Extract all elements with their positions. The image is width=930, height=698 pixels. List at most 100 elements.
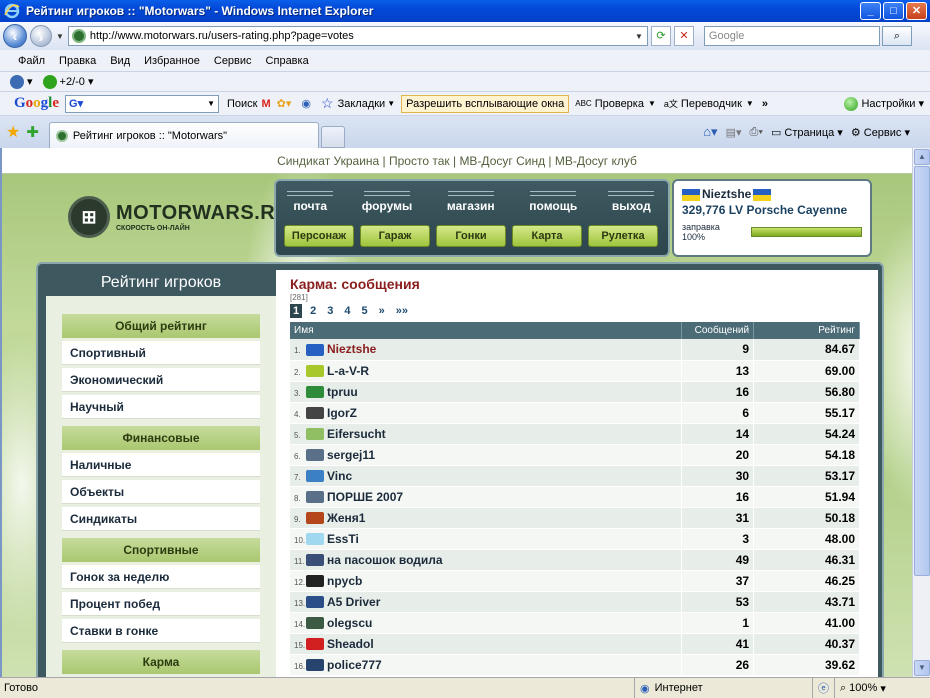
google-dropdown-icon[interactable]: ▼ <box>207 99 215 108</box>
feeds-icon[interactable]: ▤▾ <box>726 126 742 139</box>
forward-button[interactable]: › <box>30 25 52 47</box>
sidebar-item-win-percent[interactable]: Процент побед <box>62 592 260 616</box>
nav-help[interactable]: помощь <box>529 191 577 213</box>
stop-icon[interactable]: ✕ <box>673 26 694 46</box>
sidebar-item-syndicates[interactable]: Синдикаты <box>62 507 260 531</box>
sidebar-item-cash[interactable]: Наличные <box>62 453 260 477</box>
scroll-thumb[interactable] <box>914 166 930 576</box>
nav-garage-button[interactable]: Гараж <box>360 225 430 247</box>
google-search-input[interactable]: G▾ ▼ <box>65 94 220 113</box>
page-3[interactable]: 3 <box>324 304 336 318</box>
url-field[interactable]: http://www.motorwars.ru/users-rating.php… <box>67 26 648 46</box>
link-mv-dosug-club[interactable]: МВ-Досуг клуб <box>555 154 637 168</box>
section-financial[interactable]: Финансовые <box>62 426 260 450</box>
page-2[interactable]: 2 <box>307 304 319 318</box>
player-name-link[interactable]: Eifersucht <box>327 427 386 441</box>
table-row[interactable]: 3. tpruu 16 56.80 <box>290 381 860 403</box>
link-mv-dosug-synd[interactable]: МВ-Досуг Синд <box>459 154 545 168</box>
toolbar-settings-item[interactable]: ▾ <box>10 74 33 89</box>
new-tab-button[interactable] <box>320 126 345 148</box>
protected-mode-icon[interactable]: ⓔ <box>812 678 834 698</box>
print-icon[interactable]: ⎙▾ <box>750 126 763 139</box>
bookmarks-button[interactable]: Закладки <box>338 98 386 110</box>
table-row[interactable]: 9. Женя1 31 50.18 <box>290 507 860 529</box>
player-name-link[interactable]: Nieztshe <box>327 342 376 356</box>
player-name-link[interactable]: tpruu <box>327 385 358 399</box>
home-icon[interactable]: ⌂▾ <box>703 124 717 140</box>
page-menu[interactable]: ▭ Страница ▾ <box>771 126 843 139</box>
page-5[interactable]: 5 <box>359 304 371 318</box>
menu-file[interactable]: Файл <box>18 55 45 67</box>
player-name-link[interactable]: olegscu <box>327 616 372 630</box>
player-name-link[interactable]: ПОРШЕ 2007 <box>327 490 403 504</box>
allow-popups-button[interactable]: Разрешить всплывающие окна <box>401 94 570 113</box>
page-1[interactable]: 1 <box>290 304 303 318</box>
zoom-level[interactable]: ⌕ 100% ▾ <box>834 678 891 698</box>
globe-icon[interactable]: ◉ <box>301 97 311 110</box>
player-name-link[interactable]: IgorZ <box>327 406 357 420</box>
column-name[interactable]: Имя <box>290 322 683 339</box>
link-just-so[interactable]: Просто так <box>389 154 450 168</box>
more-chevron-icon[interactable]: » <box>762 98 768 110</box>
player-name-link[interactable]: EssTi <box>327 532 359 546</box>
player-name-link[interactable]: Vinc <box>327 469 352 483</box>
menu-edit[interactable]: Правка <box>59 55 96 67</box>
refresh-icon[interactable]: ⟳ <box>650 26 671 46</box>
url-text[interactable]: http://www.motorwars.ru/users-rating.php… <box>90 30 635 42</box>
player-name-link[interactable]: A5 Driver <box>327 595 380 609</box>
maximize-button[interactable]: □ <box>883 2 904 20</box>
table-row[interactable]: 8. ПОРШЕ 2007 16 51.94 <box>290 486 860 508</box>
puzzle-icon[interactable]: ✿▾ <box>277 97 292 110</box>
player-name-link[interactable]: npycb <box>327 574 362 588</box>
nav-map-button[interactable]: Карта <box>512 225 582 247</box>
tab-motorwars[interactable]: Рейтинг игроков :: "Motorwars" <box>48 122 319 148</box>
scroll-down-icon[interactable]: ▼ <box>914 660 930 676</box>
favorites-star-icon[interactable]: ★ <box>6 122 20 142</box>
table-row[interactable]: 6. sergej11 20 54.18 <box>290 444 860 466</box>
table-row[interactable]: 16. police777 26 39.62 <box>290 654 860 676</box>
column-rating[interactable]: Рейтинг <box>753 322 860 339</box>
google-search-button[interactable]: Поиск <box>227 98 257 110</box>
history-dropdown-icon[interactable]: ▼ <box>56 32 64 41</box>
sidebar-item-races-week[interactable]: Гонок за неделю <box>62 565 260 589</box>
column-messages[interactable]: Сообщений <box>681 322 755 339</box>
page-4[interactable]: 4 <box>341 304 353 318</box>
sidebar-item-sport[interactable]: Спортивный <box>62 341 260 365</box>
scroll-up-icon[interactable]: ▲ <box>914 149 930 165</box>
table-row[interactable]: 7. Vinc 30 53.17 <box>290 465 860 487</box>
page-last[interactable]: »» <box>393 304 411 318</box>
table-row[interactable]: 2. L-a-V-R 13 69.00 <box>290 360 860 382</box>
section-general-rating[interactable]: Общий рейтинг <box>62 314 260 338</box>
nav-logout[interactable]: выход <box>608 191 655 213</box>
sidebar-item-economic[interactable]: Экономический <box>62 368 260 392</box>
nav-shop[interactable]: магазин <box>447 191 495 213</box>
url-dropdown-icon[interactable]: ▼ <box>635 32 643 41</box>
user-nick[interactable]: Nieztshe <box>682 187 862 201</box>
table-row[interactable]: 5. Eifersucht 14 54.24 <box>290 423 860 445</box>
table-row[interactable]: 13. A5 Driver 53 43.71 <box>290 591 860 613</box>
vote-counter-item[interactable]: +2/-0 ▾ <box>42 74 94 89</box>
nav-forums[interactable]: форумы <box>362 191 412 213</box>
sidebar-item-race-bets[interactable]: Ставки в гонке <box>62 619 260 643</box>
table-row[interactable]: 1. Nieztshe 9 84.67 <box>290 339 860 361</box>
table-row[interactable]: 12. npycb 37 46.25 <box>290 570 860 592</box>
table-row[interactable]: 14. olegscu 1 41.00 <box>290 612 860 634</box>
add-favorite-icon[interactable]: ✚ <box>26 123 39 141</box>
player-name-link[interactable]: sergej11 <box>327 448 375 462</box>
table-row[interactable]: 15. Sheadol 41 40.37 <box>290 633 860 655</box>
back-button[interactable]: ‹ <box>3 24 27 48</box>
table-row[interactable]: 11. на пасошок водила 49 46.31 <box>290 549 860 571</box>
vertical-scrollbar[interactable]: ▲ ▼ <box>912 148 930 677</box>
site-logo[interactable]: ⊞ MOTORWARS.RU СКОРОСТЬ ОН-ЛАЙН <box>68 196 290 238</box>
sidebar-item-objects[interactable]: Объекты <box>62 480 260 504</box>
search-icon[interactable]: ⌕ <box>881 26 912 46</box>
search-input[interactable]: Google <box>703 26 880 46</box>
player-name-link[interactable]: Sheadol <box>327 637 374 651</box>
table-row[interactable]: 10. EssTi 3 48.00 <box>290 528 860 550</box>
menu-tools[interactable]: Сервис <box>214 55 252 67</box>
menu-help[interactable]: Справка <box>266 55 309 67</box>
player-name-link[interactable]: Женя1 <box>327 511 365 525</box>
page-next[interactable]: » <box>376 304 388 318</box>
nav-roulette-button[interactable]: Рулетка <box>588 225 658 247</box>
menu-favorites[interactable]: Избранное <box>144 55 200 67</box>
